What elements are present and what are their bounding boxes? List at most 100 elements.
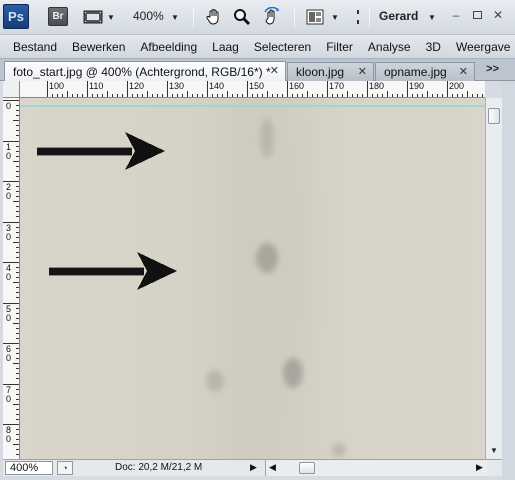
ruler-label: 160 (289, 81, 305, 91)
ruler-minor-tick (452, 94, 453, 97)
ruler-minor-tick (16, 312, 19, 314)
ruler-minor-tick (16, 272, 19, 273)
ruler-minor-tick (307, 91, 308, 97)
ruler-minor-tick (322, 94, 323, 97)
close-tab-icon[interactable]: ✕ (358, 65, 367, 78)
guide-line[interactable] (20, 105, 485, 107)
ruler-origin[interactable] (3, 81, 20, 98)
image-blemish (283, 358, 303, 388)
tab-foto-start[interactable]: foto_start.jpg @ 400% (Achtergrond, RGB/… (4, 61, 286, 81)
ruler-minor-tick (16, 246, 19, 248)
ruler-minor-tick (442, 94, 443, 97)
status-expand-icon[interactable]: ▶ (250, 462, 257, 473)
ruler-minor-tick (16, 186, 19, 187)
ruler-minor-tick (16, 165, 19, 167)
ruler-minor-tick (392, 94, 393, 97)
chevron-down-icon[interactable]: ▼ (428, 13, 436, 22)
horizontal-scroll-thumb[interactable] (299, 462, 315, 474)
workspace-switcher[interactable]: Gerard (379, 9, 418, 23)
ruler-minor-tick (16, 337, 19, 339)
tab-overflow-button[interactable]: >> (486, 63, 499, 75)
vertical-scroll-thumb[interactable] (488, 108, 500, 124)
tab-kloon[interactable]: kloon.jpg ✕ (287, 62, 374, 81)
ruler-minor-tick (16, 256, 19, 258)
rotate-view-icon[interactable] (261, 6, 283, 28)
document-canvas[interactable] (20, 98, 485, 459)
ruler-label: 1 0 (6, 141, 12, 161)
menu-3d[interactable]: 3D (426, 40, 441, 54)
chevron-down-icon[interactable]: ▼ (331, 13, 339, 22)
ruler-minor-tick (16, 327, 19, 329)
ruler-minor-tick (16, 150, 19, 152)
ruler-minor-tick (16, 170, 19, 172)
ruler-minor-tick (16, 332, 19, 334)
hand-tool-icon[interactable] (204, 7, 224, 27)
menu-weergave[interactable]: Weergave (456, 40, 510, 54)
status-menu-icon[interactable]: ◔ (57, 461, 73, 475)
ruler-minor-tick (16, 231, 19, 233)
close-tab-icon[interactable]: ✕ (270, 64, 279, 77)
ruler-minor-tick (117, 94, 118, 97)
ruler-minor-tick (16, 378, 19, 379)
menu-laag[interactable]: Laag (212, 40, 239, 54)
ruler-minor-tick (107, 91, 108, 97)
menu-selecteren[interactable]: Selecteren (254, 40, 311, 54)
ruler-minor-tick (13, 160, 19, 162)
ruler-minor-tick (302, 94, 303, 97)
screen-mode-extra-icon[interactable] (354, 8, 362, 26)
close-tab-icon[interactable]: ✕ (459, 65, 468, 78)
ruler-minor-tick (242, 94, 243, 97)
chevron-down-icon[interactable]: ▼ (171, 13, 179, 22)
ruler-minor-tick (432, 94, 433, 97)
chevron-down-icon[interactable]: ▼ (107, 13, 115, 22)
ruler-minor-tick (377, 94, 378, 97)
ruler-minor-tick (157, 94, 158, 97)
ruler-tick (87, 81, 88, 97)
ruler-minor-tick (13, 201, 19, 202)
ruler-label: 130 (169, 81, 185, 91)
ruler-minor-tick (272, 94, 273, 97)
restore-icon[interactable] (467, 6, 487, 24)
horizontal-ruler[interactable]: 100 110 120 130 140 150 160 170 180 190 200 (20, 81, 485, 98)
menu-filter[interactable]: Filter (326, 40, 353, 54)
vertical-scrollbar[interactable]: ▼ (485, 98, 502, 459)
panel-edge (502, 81, 515, 480)
arrange-documents-icon[interactable] (305, 8, 325, 26)
ruler-minor-tick (16, 226, 19, 228)
ruler-tick (287, 81, 288, 97)
ruler-label: 140 (209, 81, 225, 91)
zoom-tool-icon[interactable] (232, 7, 252, 27)
ruler-minor-tick (16, 429, 19, 430)
vertical-ruler[interactable]: 0 1 0 2 0 3 0 4 0 5 0 6 0 7 0 8 0 (3, 98, 20, 459)
close-icon[interactable]: ✕ (488, 6, 508, 24)
ruler-minor-tick (232, 94, 233, 97)
ruler-minor-tick (16, 216, 19, 217)
ruler-minor-tick (62, 94, 63, 97)
ruler-minor-tick (16, 408, 19, 410)
ruler-minor-tick (13, 282, 19, 283)
ruler-minor-tick (192, 94, 193, 97)
menu-analyse[interactable]: Analyse (368, 40, 411, 54)
minimize-icon[interactable]: – (446, 6, 466, 24)
zoom-field[interactable]: 400% (5, 461, 53, 475)
ruler-minor-tick (52, 94, 53, 97)
scroll-down-icon[interactable]: ▼ (490, 446, 498, 455)
tab-opname[interactable]: opname.jpg ✕ (375, 62, 475, 81)
menu-bewerken[interactable]: Bewerken (72, 40, 125, 54)
ruler-label: 5 0 (6, 303, 12, 323)
ruler-label: 150 (249, 81, 265, 91)
bridge-launch-button[interactable]: Br (48, 7, 68, 26)
scroll-left-icon[interactable]: ◀ (269, 462, 276, 473)
ruler-minor-tick (16, 145, 19, 147)
ruler-minor-tick (237, 94, 238, 97)
scroll-right-icon[interactable]: ▶ (476, 462, 483, 473)
image-blemish (256, 243, 278, 273)
ruler-minor-tick (16, 434, 19, 435)
zoom-level-dropdown[interactable]: 400% (133, 9, 164, 23)
ruler-minor-tick (16, 211, 19, 212)
horizontal-scrollbar[interactable]: ◀ ▶ (265, 460, 487, 476)
toolbar-separator (369, 7, 370, 27)
menu-bestand[interactable]: Bestand (13, 40, 57, 54)
screen-mode-icon[interactable] (83, 8, 103, 26)
menu-afbeelding[interactable]: Afbeelding (140, 40, 197, 54)
